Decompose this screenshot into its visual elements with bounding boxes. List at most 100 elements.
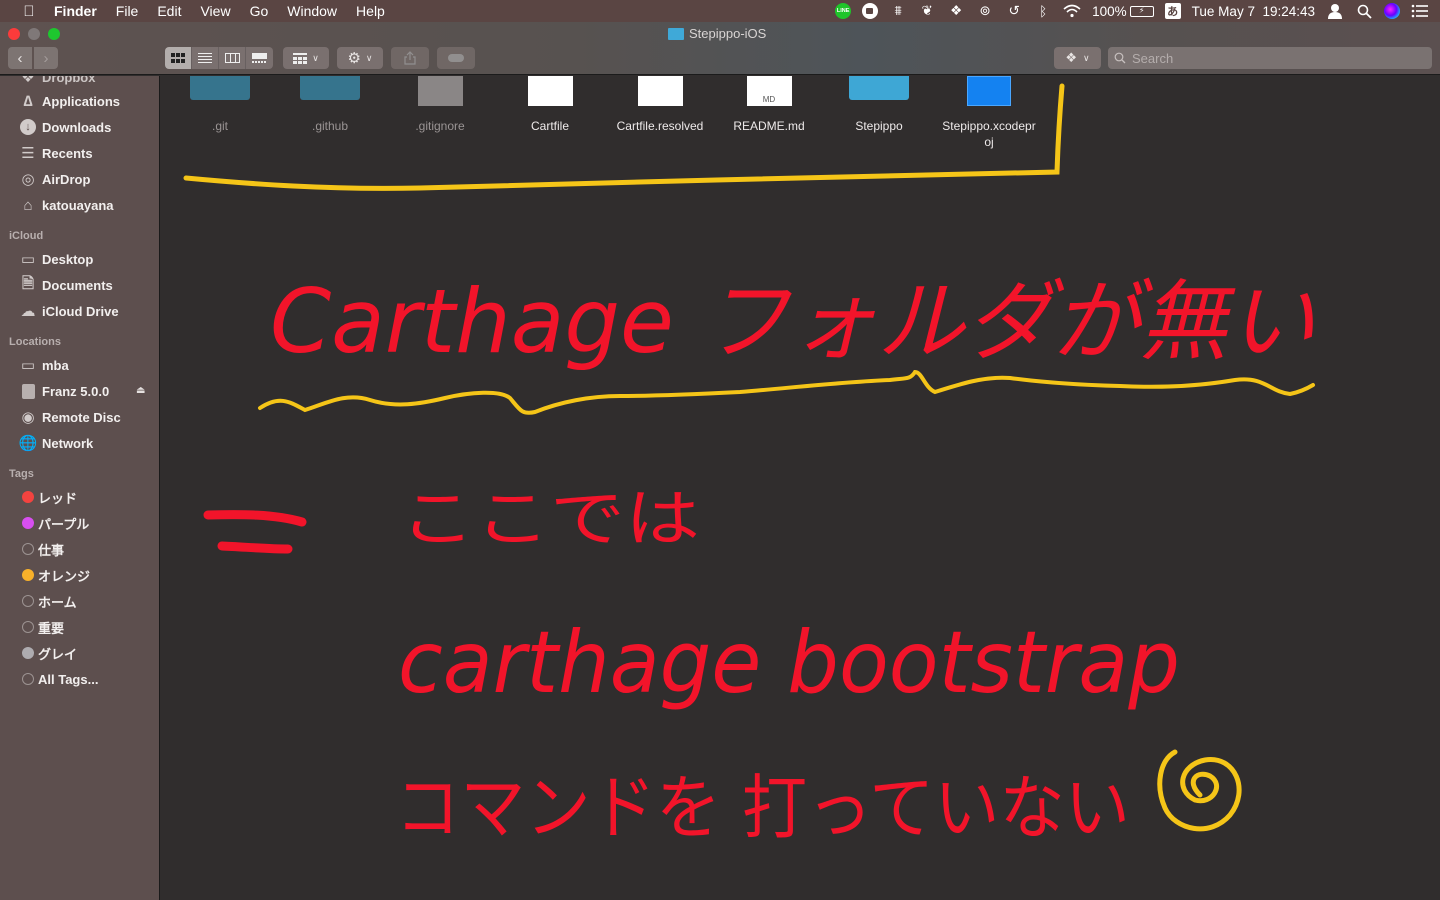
group-by-button[interactable]: ∨: [283, 47, 329, 69]
file-item[interactable]: Cartfile: [495, 76, 605, 133]
input-method-icon[interactable]: あ: [1164, 3, 1181, 19]
chevron-down-icon: ∨: [1083, 52, 1090, 63]
gallery-icon: [252, 53, 267, 63]
menu-finder[interactable]: Finder: [54, 3, 97, 19]
sidebar-item-recents[interactable]: ☰ Recents: [18, 143, 92, 163]
clock[interactable]: Tue May 7 19:24:43: [1192, 4, 1315, 19]
notification-center-icon[interactable]: [1411, 2, 1429, 20]
bluetooth-icon[interactable]: ᛒ: [1034, 2, 1052, 20]
apple-menu-icon[interactable]: : [18, 3, 40, 20]
window-title: Stepippo-iOS: [668, 26, 766, 41]
spotlight-icon[interactable]: [1355, 2, 1373, 20]
back-button[interactable]: ‹: [8, 47, 32, 69]
grid-icon: [171, 53, 185, 63]
sidebar-item-home[interactable]: ⌂ katouayana: [18, 195, 114, 215]
sidebar-item-label: Network: [42, 435, 94, 451]
search-field[interactable]: Search: [1108, 47, 1432, 69]
sidebar-item-label: mba: [42, 357, 69, 373]
sidebar-item-downloads[interactable]: ↓ Downloads: [18, 117, 111, 137]
evernote-icon[interactable]: ❦: [918, 2, 936, 20]
edit-tags-button[interactable]: [437, 47, 475, 69]
disk-icon: [18, 383, 38, 399]
sidebar-item-documents[interactable]: 🗎 Documents: [18, 275, 113, 295]
sidebar-item-applications[interactable]: ∆ Applications: [18, 91, 120, 111]
view-mode-segmented-control: [165, 47, 273, 69]
battery-icon: ⚡: [1129, 5, 1154, 17]
file-item[interactable]: Stepippo: [824, 76, 934, 133]
user-icon[interactable]: [1326, 2, 1344, 20]
close-window-button[interactable]: [8, 28, 20, 40]
sidebar-item-label: Applications: [42, 93, 121, 109]
gallery-view-button[interactable]: [246, 47, 273, 69]
tag-color-dot-icon: [22, 491, 34, 503]
sidebar-item-franz[interactable]: Franz 5.0.0: [18, 381, 109, 401]
file-item[interactable]: .github: [275, 76, 385, 133]
eject-icon[interactable]: ⏏: [136, 385, 145, 396]
file-item[interactable]: MD README.md: [714, 76, 824, 133]
sidebar: ❖ Dropbox ∆ Applications ↓ Downloads ☰ R…: [0, 76, 160, 900]
window-toolbar: Stepippo-iOS ‹ › ∨ ⚙ ∨ ❖ ∨ Search: [0, 22, 1440, 75]
file-item[interactable]: .gitignore: [385, 76, 495, 133]
sidebar-item-label: Dropbox: [42, 76, 96, 85]
sidebar-tag-item[interactable]: All Tags...: [18, 669, 98, 689]
file-item[interactable]: Cartfile.resolved: [605, 76, 715, 133]
menu-help[interactable]: Help: [356, 3, 385, 19]
zoom-window-button[interactable]: [48, 28, 60, 40]
file-name: .gitignore: [415, 119, 465, 133]
sidebar-tag-item[interactable]: 重要: [18, 617, 64, 637]
sidebar-item-icloud-drive[interactable]: ☁ iCloud Drive: [18, 301, 119, 321]
recents-icon: ☰: [21, 145, 35, 162]
dropbox-icon[interactable]: ❖: [947, 2, 965, 20]
line-icon[interactable]: LINE: [835, 3, 852, 19]
battery-status[interactable]: 100% ⚡: [1092, 4, 1154, 19]
list-view-button[interactable]: [192, 47, 219, 69]
dropbox-toolbar-button[interactable]: ❖ ∨: [1054, 47, 1101, 69]
file-name: Stepippo.xcodeproj: [942, 119, 1036, 149]
sidebar-item-network[interactable]: 🌐 Network: [18, 433, 94, 453]
folder-icon: [190, 76, 250, 100]
siri-icon[interactable]: [1384, 3, 1400, 19]
remote-disc-icon: ◉: [21, 409, 35, 426]
menu-window[interactable]: Window: [287, 3, 337, 19]
folder-icon: [849, 76, 909, 100]
sidebar-item-mba[interactable]: ▭ mba: [18, 355, 69, 375]
sidebar-item-airdrop[interactable]: ◎ AirDrop: [18, 169, 90, 189]
desktop-icon: ▭: [20, 251, 36, 268]
action-menu-button[interactable]: ⚙ ∨: [337, 47, 383, 69]
column-view-button[interactable]: [219, 47, 246, 69]
sidebar-tag-item[interactable]: レッド: [18, 487, 77, 507]
wifi-icon[interactable]: [1063, 2, 1081, 20]
moo-icon[interactable]: ⩩: [889, 2, 907, 20]
sidebar-item-remote-disc[interactable]: ◉ Remote Disc: [18, 407, 120, 427]
sidebar-tag-item[interactable]: オレンジ: [18, 565, 90, 585]
chevron-down-icon: ∨: [365, 52, 373, 63]
file-item[interactable]: .git: [165, 76, 275, 133]
sidebar-item-label: All Tags...: [38, 671, 99, 687]
chevron-right-icon: ›: [43, 49, 49, 67]
file-item[interactable]: Stepippo.xcodeproj: [934, 76, 1044, 149]
menu-file[interactable]: File: [116, 3, 139, 19]
minimize-window-button[interactable]: [28, 28, 40, 40]
sidebar-tag-item[interactable]: グレイ: [18, 643, 77, 663]
menu-view[interactable]: View: [200, 3, 230, 19]
forward-button[interactable]: ›: [34, 47, 58, 69]
file-browser-content: .git .github .gitignore Cartfile Cartfile.re…: [161, 76, 1440, 900]
sidebar-tag-item[interactable]: パープル: [18, 513, 89, 533]
zoom-icon[interactable]: [862, 3, 879, 19]
sidebar-item-dropbox[interactable]: ❖ Dropbox: [18, 76, 95, 87]
document-icon: MD: [746, 76, 792, 106]
network-icon: 🌐: [18, 435, 38, 452]
share-button[interactable]: [391, 47, 429, 69]
search-placeholder: Search: [1132, 50, 1174, 66]
sidebar-section-locations: Locations: [9, 336, 61, 348]
file-name: .git: [211, 119, 228, 133]
icon-view-button[interactable]: [165, 47, 192, 69]
sidebar-tag-item[interactable]: ホーム: [18, 591, 77, 611]
sidebar-item-desktop[interactable]: ▭ Desktop: [18, 249, 93, 269]
menu-go[interactable]: Go: [250, 3, 269, 19]
creative-cloud-icon[interactable]: ⊚: [976, 2, 994, 20]
sidebar-tag-item[interactable]: 仕事: [18, 539, 64, 559]
time-machine-icon[interactable]: ↺: [1005, 2, 1023, 20]
sidebar-item-label: katouayana: [42, 197, 114, 213]
menu-edit[interactable]: Edit: [157, 3, 181, 19]
